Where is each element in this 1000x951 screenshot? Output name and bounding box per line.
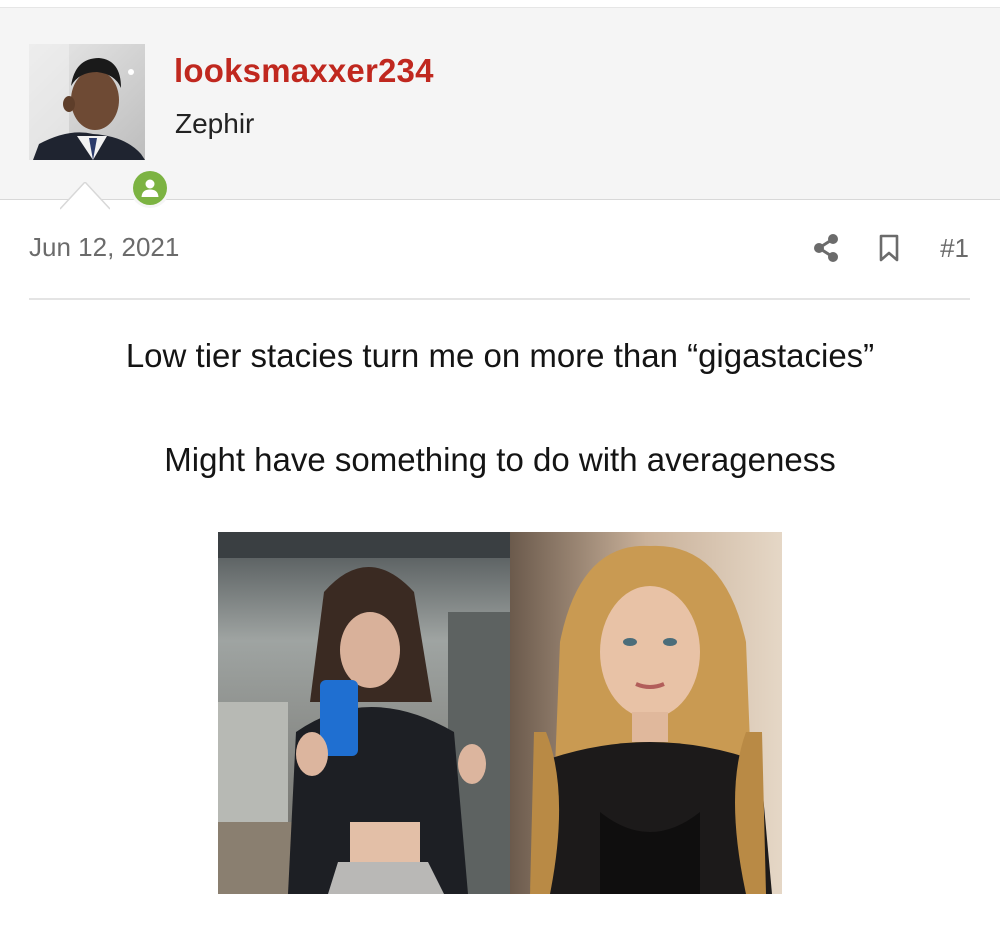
user-header: looksmaxxer234 Zephir (0, 8, 1000, 210)
username-link[interactable]: looksmaxxer234 (174, 52, 434, 90)
post-image-right (510, 532, 782, 894)
avatar[interactable] (29, 44, 145, 160)
post-actions: #1 (812, 230, 969, 266)
top-rule (0, 0, 1000, 8)
share-icon[interactable] (812, 233, 840, 263)
post-body: Low tier stacies turn me on more than “g… (0, 336, 1000, 480)
post-date[interactable]: Jun 12, 2021 (29, 232, 179, 263)
user-silhouette-icon (141, 179, 159, 197)
post-divider (29, 298, 970, 300)
header-pointer-arrow (60, 182, 110, 210)
avatar-wrap[interactable] (29, 44, 170, 208)
post-body-line: Might have something to do with averagen… (164, 441, 836, 478)
post-image[interactable] (218, 532, 782, 894)
user-title: Zephir (175, 108, 255, 139)
post-number-link[interactable]: #1 (940, 233, 969, 264)
online-status-badge (130, 168, 170, 208)
post-image-left (218, 532, 510, 894)
avatar-photo (29, 44, 145, 160)
post-body-line: Low tier stacies turn me on more than “g… (125, 337, 875, 374)
bookmark-icon[interactable] (878, 233, 900, 263)
online-status-icon (133, 171, 167, 205)
